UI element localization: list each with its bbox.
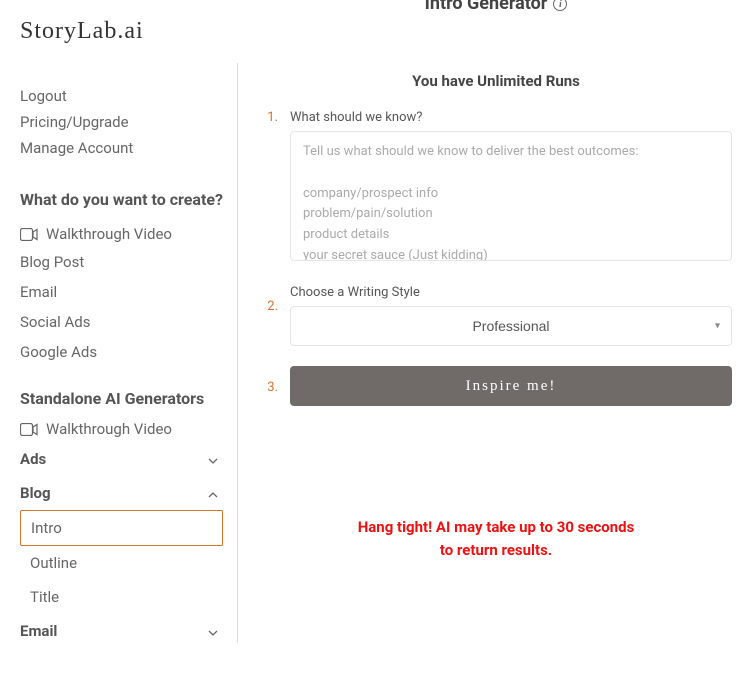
loading-message: Hang tight! AI may take up to 30 seconds… <box>260 516 732 561</box>
category-email[interactable]: Email <box>20 614 237 648</box>
step-number-2: 2. <box>260 285 278 314</box>
walkthrough-label: Walkthrough Video <box>46 420 172 438</box>
category-label: Email <box>20 622 57 640</box>
sub-item-title[interactable]: Title <box>20 580 237 614</box>
standalone-heading: Standalone AI Generators <box>20 389 237 408</box>
writing-style-select[interactable]: Professional <box>290 306 732 346</box>
page-title: Intro Generator i <box>425 0 568 14</box>
chevron-down-icon <box>207 453 219 465</box>
sub-item-outline[interactable]: Outline <box>20 546 237 580</box>
menu-social-ads[interactable]: Social Ads <box>20 307 237 337</box>
walkthrough-video-create[interactable]: Walkthrough Video <box>20 221 237 247</box>
sidebar: Logout Pricing/Upgrade Manage Account Wh… <box>0 63 238 643</box>
step2-label: Choose a Writing Style <box>290 285 732 300</box>
runs-remaining: You have Unlimited Runs <box>260 72 732 90</box>
create-heading: What do you want to create? <box>20 189 237 211</box>
video-icon <box>20 227 38 240</box>
inspire-button[interactable]: Inspire me! <box>290 366 732 406</box>
category-label: Ads <box>20 450 46 468</box>
context-input[interactable] <box>290 131 732 261</box>
nav-manage-account[interactable]: Manage Account <box>20 135 237 161</box>
info-icon[interactable]: i <box>553 0 567 11</box>
menu-blog-post[interactable]: Blog Post <box>20 247 237 277</box>
walkthrough-video-standalone[interactable]: Walkthrough Video <box>20 416 237 442</box>
step-number-3: 3. <box>260 366 278 395</box>
main-content: Intro Generator i You have Unlimited Run… <box>238 53 750 643</box>
menu-email[interactable]: Email <box>20 277 237 307</box>
nav-pricing[interactable]: Pricing/Upgrade <box>20 109 237 135</box>
nav-logout[interactable]: Logout <box>20 83 237 109</box>
category-blog[interactable]: Blog <box>20 476 237 510</box>
step-number-1: 1. <box>260 110 278 125</box>
step1-label: What should we know? <box>290 110 732 125</box>
walkthrough-label: Walkthrough Video <box>46 225 172 243</box>
chevron-up-icon <box>207 487 219 499</box>
chevron-down-icon <box>207 625 219 637</box>
menu-google-ads[interactable]: Google Ads <box>20 337 237 367</box>
video-icon <box>20 422 38 435</box>
category-label: Blog <box>20 484 51 502</box>
category-ads[interactable]: Ads <box>20 442 237 476</box>
sub-item-intro[interactable]: Intro <box>20 510 223 546</box>
